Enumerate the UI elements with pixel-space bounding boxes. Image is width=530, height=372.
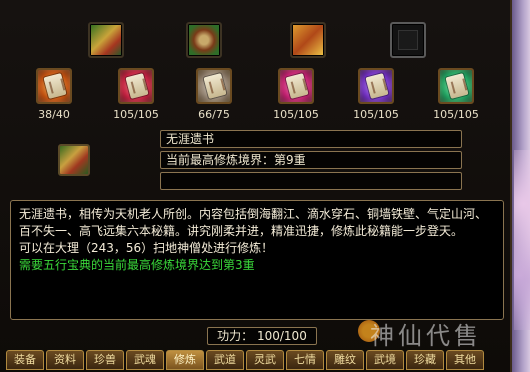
scroll-count: 105/105	[353, 108, 399, 121]
scroll-gray-icon[interactable]	[196, 68, 232, 104]
tab-lingwu[interactable]: 灵武	[246, 350, 284, 370]
scroll-purple-icon[interactable]	[358, 68, 394, 104]
book-scroll-icon[interactable]	[186, 22, 222, 58]
scroll-count: 66/75	[198, 108, 230, 121]
scroll-green-icon[interactable]	[438, 68, 474, 104]
scroll-count: 38/40	[38, 108, 70, 121]
book-gold-icon[interactable]	[290, 22, 326, 58]
scroll-row: 38/40 105/105 66/75 105/105 105/105 105/…	[0, 68, 512, 124]
scroll-orange-icon[interactable]	[36, 68, 72, 104]
empty-slot-icon[interactable]	[390, 22, 426, 58]
tab-qiqing[interactable]: 七情	[286, 350, 324, 370]
book-realm-field: 当前最高修炼境界：第9重	[160, 151, 462, 169]
tab-diaowen[interactable]: 雕纹	[326, 350, 364, 370]
book-green-icon[interactable]	[88, 22, 124, 58]
tab-other[interactable]: 其他	[446, 350, 484, 370]
power-field: 功力： 100/100	[207, 327, 317, 345]
tab-collection[interactable]: 珍藏	[406, 350, 444, 370]
tab-wuhun[interactable]: 武魂	[126, 350, 164, 370]
scroll-count: 105/105	[113, 108, 159, 121]
book-description: 无涯遗书，相传为天机老人所创。内容包括倒海翻江、滴水穿石、铜墙铁壁、气定山河、百…	[10, 200, 504, 320]
watermark-text: 神仙代售	[370, 322, 482, 350]
location-text: 可以在大理（243，56）扫地神僧处进行修炼！	[19, 241, 274, 255]
tab-profile[interactable]: 资料	[46, 350, 84, 370]
scroll-pink-icon[interactable]	[278, 68, 314, 104]
description-text: 无涯遗书，相传为天机老人所创。内容包括倒海翻江、滴水穿石、铜墙铁壁、气定山河、百…	[19, 207, 488, 238]
top-book-row	[0, 18, 512, 62]
scroll-count: 105/105	[433, 108, 479, 121]
tab-bar: 装备 资料 珍兽 武魂 修炼 武道 灵武 七情 雕纹 武境 珍藏 其他	[6, 350, 512, 370]
selected-book-icon[interactable]	[58, 144, 90, 176]
tab-equipment[interactable]: 装备	[6, 350, 44, 370]
tab-wudao[interactable]: 武道	[206, 350, 244, 370]
book-name-field: 无涯遗书	[160, 130, 462, 148]
scroll-count: 105/105	[273, 108, 319, 121]
tab-pets[interactable]: 珍兽	[86, 350, 124, 370]
tab-wujing[interactable]: 武境	[366, 350, 404, 370]
book-extra-field	[160, 172, 462, 190]
requirement-text: 需要五行宝典的当前最高修炼境界达到第3重	[19, 258, 255, 272]
flower-art	[514, 150, 530, 330]
scroll-red-icon[interactable]	[118, 68, 154, 104]
tab-cultivation[interactable]: 修炼	[166, 350, 204, 370]
